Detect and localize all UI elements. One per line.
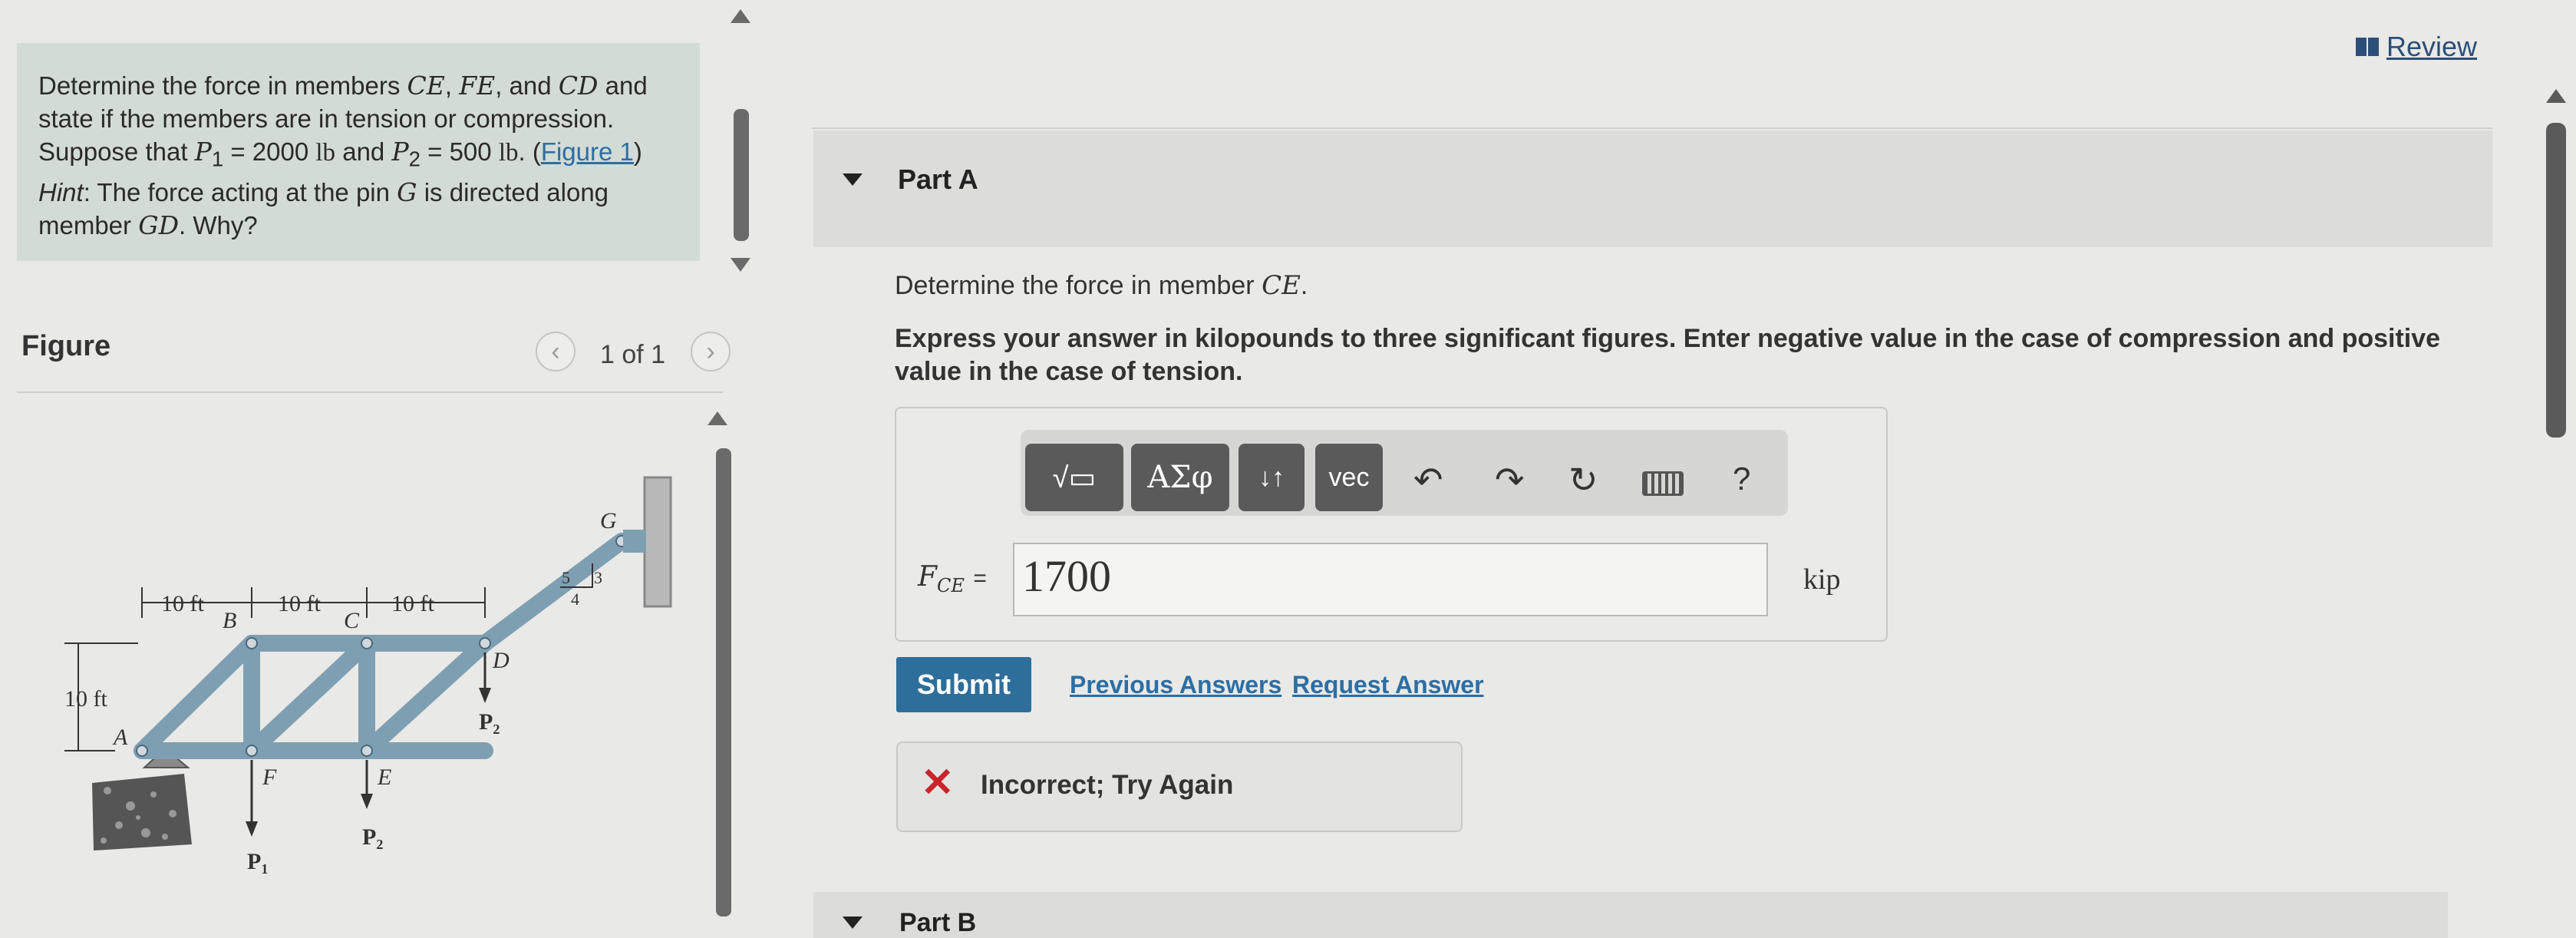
- part-b-header[interactable]: [813, 892, 2448, 938]
- templates-button[interactable]: √▭: [1025, 444, 1123, 511]
- page-scrollbar[interactable]: [2546, 123, 2566, 438]
- answer-instructions: Express your answer in kilopounds to thr…: [895, 324, 2441, 386]
- answer-input[interactable]: 1700: [1013, 543, 1768, 616]
- review-link[interactable]: Review: [2356, 31, 2477, 63]
- page-scroll-up-icon[interactable]: [2546, 89, 2566, 103]
- height-label: 10 ft: [64, 686, 107, 712]
- previous-answers-link[interactable]: Previous Answers: [1070, 671, 1281, 699]
- joint-f-label: F: [262, 765, 277, 790]
- vector-button[interactable]: vec: [1315, 444, 1383, 511]
- answer-label: FCE =: [918, 561, 987, 597]
- joint-c-label: C: [344, 608, 360, 633]
- load-p1-label: P1: [247, 849, 268, 877]
- joint-a-label: A: [112, 725, 128, 750]
- figure-scrollbar[interactable]: [716, 448, 731, 917]
- joint-b-label: B: [223, 608, 236, 633]
- keyboard-icon[interactable]: [1642, 471, 1684, 496]
- slope-5-label: 5: [562, 568, 570, 587]
- undo-icon[interactable]: ↶: [1413, 459, 1443, 500]
- greek-symbols-button[interactable]: ΑΣφ: [1131, 444, 1229, 511]
- collapse-caret-icon[interactable]: [843, 173, 863, 186]
- figure-next-button[interactable]: ›: [691, 332, 731, 372]
- chevron-right-icon: ›: [706, 336, 715, 366]
- figure-prev-button[interactable]: ‹: [536, 332, 576, 372]
- arrows-button[interactable]: ↓↑: [1239, 444, 1304, 511]
- unit-label: kip: [1803, 563, 1841, 596]
- part-b-label: Part B: [899, 908, 977, 937]
- load-p2-e-label: P2: [362, 824, 383, 852]
- load-p2-d-label: P2: [479, 709, 500, 737]
- dim-label-2: 10 ft: [278, 591, 321, 616]
- part-a-label: Part A: [898, 163, 978, 195]
- problem-scrollbar[interactable]: [734, 109, 749, 241]
- redo-icon[interactable]: ↷: [1495, 459, 1525, 500]
- scroll-down-arrow-icon[interactable]: [731, 258, 750, 272]
- reset-icon[interactable]: ↻: [1568, 459, 1598, 500]
- figure-title: Figure: [21, 330, 111, 362]
- chevron-left-icon: ‹: [551, 336, 560, 366]
- divider: [17, 391, 723, 393]
- divider: [812, 127, 2492, 129]
- truss-figure: 10 ft 10 ft 10 ft 10 ft B C D A F E G 5 …: [64, 476, 672, 877]
- book-icon: [2356, 38, 2379, 56]
- problem-statement: Determine the force in members CE, FE, a…: [17, 43, 700, 261]
- figure-link[interactable]: Figure 1: [541, 137, 634, 166]
- x-icon: ✕: [921, 761, 955, 805]
- scroll-up-arrow-icon[interactable]: [731, 9, 750, 23]
- dim-label-3: 10 ft: [391, 591, 434, 616]
- slope-3-label: 3: [594, 568, 602, 587]
- submit-button[interactable]: Submit: [896, 657, 1031, 712]
- part-a-header[interactable]: [813, 130, 2492, 247]
- slope-4-label: 4: [571, 590, 579, 609]
- request-answer-link[interactable]: Request Answer: [1292, 671, 1484, 699]
- feedback-text: Incorrect; Try Again: [981, 770, 1234, 800]
- joint-d-label: D: [492, 648, 510, 673]
- figure-pager: 1 of 1: [600, 340, 666, 369]
- figure-scroll-up-icon[interactable]: [707, 411, 727, 425]
- help-button[interactable]: ?: [1733, 461, 1750, 497]
- question-text: Determine the force in member CE.: [895, 270, 1308, 301]
- joint-g-label: G: [600, 508, 617, 533]
- dim-label-1: 10 ft: [161, 591, 204, 616]
- joint-e-label: E: [377, 765, 391, 790]
- expand-caret-icon[interactable]: [843, 917, 863, 929]
